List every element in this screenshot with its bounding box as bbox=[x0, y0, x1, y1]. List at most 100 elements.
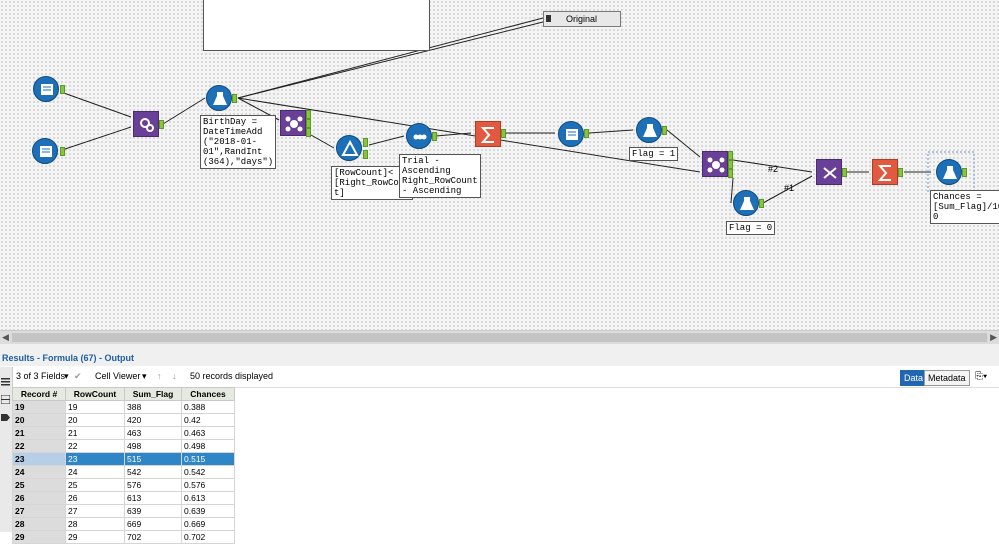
table-row[interactable]: 25 25 576 0.576 bbox=[12, 478, 235, 492]
output-anchor[interactable] bbox=[501, 129, 506, 138]
record-number-cell[interactable]: 26 bbox=[12, 491, 66, 505]
table-row[interactable]: 29 29 702 0.702 bbox=[12, 530, 235, 544]
formula-tool-birthday[interactable] bbox=[206, 85, 232, 111]
output-anchor[interactable] bbox=[60, 85, 65, 94]
record-number-cell[interactable]: 22 bbox=[12, 439, 66, 453]
list-icon[interactable] bbox=[1, 377, 10, 386]
arrow-up-icon[interactable]: ↑ bbox=[157, 371, 162, 381]
table-row[interactable]: 27 27 639 0.639 bbox=[12, 504, 235, 518]
union-tool[interactable] bbox=[816, 159, 842, 185]
output-anchor[interactable] bbox=[159, 120, 164, 129]
record-number-cell[interactable]: 19 bbox=[12, 400, 66, 414]
join-anchor-r[interactable] bbox=[306, 128, 311, 137]
output-anchor[interactable] bbox=[759, 199, 764, 208]
record-number-cell[interactable]: 23 bbox=[12, 452, 66, 466]
column-header[interactable]: Chances bbox=[181, 387, 235, 401]
record-number-cell[interactable]: 29 bbox=[12, 530, 66, 544]
table-cell[interactable]: 27 bbox=[65, 504, 125, 518]
table-cell[interactable]: 0.542 bbox=[181, 465, 235, 479]
table-cell[interactable]: 542 bbox=[124, 465, 182, 479]
output-anchor[interactable] bbox=[432, 132, 437, 141]
record-number-cell[interactable]: 27 bbox=[12, 504, 66, 518]
join-anchor-l[interactable] bbox=[306, 110, 311, 119]
join-anchor-j[interactable] bbox=[728, 160, 733, 169]
join-tool-2[interactable] bbox=[702, 151, 728, 177]
grid-icon[interactable] bbox=[1, 395, 10, 404]
scroll-left-icon[interactable]: ◀ bbox=[2, 332, 9, 343]
table-row[interactable]: 20 20 420 0.42 bbox=[12, 413, 235, 427]
fields-selector[interactable]: 3 of 3 Fields bbox=[16, 371, 65, 381]
table-cell[interactable]: 613 bbox=[124, 491, 182, 505]
column-header[interactable]: Sum_Flag bbox=[124, 387, 182, 401]
table-cell[interactable]: 0.639 bbox=[181, 504, 235, 518]
workflow-canvas[interactable]: Original BirthDay = DateTimeAdd ("2018-0… bbox=[0, 0, 999, 330]
table-cell[interactable]: 0.613 bbox=[181, 491, 235, 505]
join-tool[interactable] bbox=[280, 110, 306, 136]
record-number-cell[interactable]: 24 bbox=[12, 465, 66, 479]
comment-box[interactable] bbox=[203, 0, 430, 51]
table-row[interactable]: 23 23 515 0.515 bbox=[12, 452, 235, 466]
scroll-right-icon[interactable]: ▶ bbox=[990, 332, 997, 343]
table-cell[interactable]: 420 bbox=[124, 413, 182, 427]
table-cell[interactable]: 19 bbox=[65, 400, 125, 414]
record-number-cell[interactable]: 21 bbox=[12, 426, 66, 440]
append-fields-tool[interactable] bbox=[133, 111, 159, 137]
record-number-cell[interactable]: 28 bbox=[12, 517, 66, 531]
table-cell[interactable]: 26 bbox=[65, 491, 125, 505]
table-cell[interactable]: 0.42 bbox=[181, 413, 235, 427]
table-row[interactable]: 28 28 669 0.669 bbox=[12, 517, 235, 531]
table-cell[interactable]: 515 bbox=[124, 452, 182, 466]
table-cell[interactable]: 576 bbox=[124, 478, 182, 492]
column-header[interactable]: Record # bbox=[12, 387, 66, 401]
table-cell[interactable]: 463 bbox=[124, 426, 182, 440]
table-cell[interactable]: 0.702 bbox=[181, 530, 235, 544]
browse-tool-original[interactable]: Original bbox=[543, 11, 621, 27]
table-cell[interactable]: 0.515 bbox=[181, 452, 235, 466]
output-anchor[interactable] bbox=[898, 168, 903, 177]
table-cell[interactable]: 25 bbox=[65, 478, 125, 492]
table-cell[interactable]: 669 bbox=[124, 517, 182, 531]
table-row[interactable]: 24 24 542 0.542 bbox=[12, 465, 235, 479]
filter-tool[interactable] bbox=[336, 135, 362, 161]
table-cell[interactable]: 20 bbox=[65, 413, 125, 427]
tab-data[interactable]: Data bbox=[900, 370, 928, 386]
join-anchor-r[interactable] bbox=[728, 169, 733, 178]
table-cell[interactable]: 639 bbox=[124, 504, 182, 518]
summarize-tool-2[interactable] bbox=[872, 159, 898, 185]
join-anchor-j[interactable] bbox=[306, 119, 311, 128]
table-cell[interactable]: 0.388 bbox=[181, 400, 235, 414]
table-cell[interactable]: 0.498 bbox=[181, 439, 235, 453]
formula-tool-flag1[interactable] bbox=[636, 117, 662, 143]
scrollbar-thumb[interactable] bbox=[12, 333, 987, 342]
table-row[interactable]: 26 26 613 0.613 bbox=[12, 491, 235, 505]
cell-viewer-selector[interactable]: Cell Viewer bbox=[95, 371, 140, 381]
table-cell[interactable]: 28 bbox=[65, 517, 125, 531]
table-cell[interactable]: 22 bbox=[65, 439, 125, 453]
output-anchor[interactable] bbox=[962, 168, 967, 177]
export-icon[interactable]: ⎘▾ bbox=[975, 371, 987, 382]
table-cell[interactable]: 29 bbox=[65, 530, 125, 544]
tag-icon[interactable] bbox=[1, 413, 10, 422]
output-anchor[interactable] bbox=[60, 147, 65, 156]
chevron-down-icon[interactable]: ▾ bbox=[64, 371, 69, 382]
record-id-tool[interactable] bbox=[558, 121, 584, 147]
output-anchor[interactable] bbox=[584, 129, 589, 138]
output-anchor[interactable] bbox=[842, 168, 847, 177]
tab-metadata[interactable]: Metadata bbox=[924, 370, 970, 386]
formula-tool-chances[interactable] bbox=[936, 159, 962, 185]
table-cell[interactable]: 23 bbox=[65, 452, 125, 466]
table-cell[interactable]: 498 bbox=[124, 439, 182, 453]
table-cell[interactable]: 0.669 bbox=[181, 517, 235, 531]
arrow-down-icon[interactable]: ↓ bbox=[172, 371, 177, 381]
summarize-tool-1[interactable] bbox=[475, 121, 501, 147]
output-anchor[interactable] bbox=[232, 94, 237, 103]
table-cell[interactable]: 0.576 bbox=[181, 478, 235, 492]
chevron-down-icon[interactable]: ▾ bbox=[142, 371, 147, 382]
table-row[interactable]: 19 19 388 0.388 bbox=[12, 400, 235, 414]
table-cell[interactable]: 702 bbox=[124, 530, 182, 544]
input-tool-2[interactable] bbox=[32, 138, 58, 164]
table-cell[interactable]: 24 bbox=[65, 465, 125, 479]
table-row[interactable]: 21 21 463 0.463 bbox=[12, 426, 235, 440]
filter-false-anchor[interactable] bbox=[363, 150, 368, 159]
horizontal-scrollbar[interactable]: ◀ ▶ bbox=[0, 330, 999, 344]
